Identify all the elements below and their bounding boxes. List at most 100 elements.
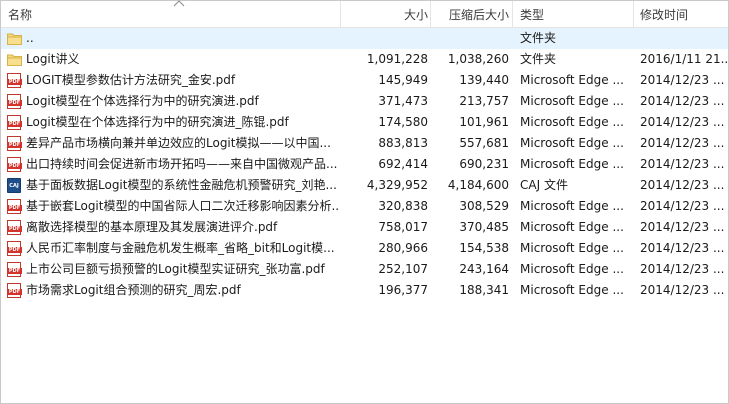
pdf-icon: PDF <box>7 73 22 88</box>
file-type: Microsoft Edge ... <box>520 283 624 297</box>
pdf-icon: PDF <box>7 220 22 235</box>
column-header-name[interactable]: 名称 <box>8 0 338 27</box>
column-header-name-label: 名称 <box>8 8 33 22</box>
pdf-icon: PDF <box>7 115 22 130</box>
file-name: .. <box>26 31 34 45</box>
column-header-modified-label: 修改时间 <box>640 8 689 22</box>
file-size: 320,838 <box>378 199 428 213</box>
file-compressed-size: 188,341 <box>459 283 509 297</box>
file-modified-time: 2014/12/23 ... <box>640 178 725 192</box>
pdf-icon-label: PDF <box>7 247 22 253</box>
file-row[interactable]: CAJ 基于面板数据Logit模型的系统性金融危机预警研究_刘艳... 4,329,… <box>1 175 728 196</box>
file-compressed-size: 243,164 <box>459 262 509 276</box>
file-compressed-size: 4,184,600 <box>447 178 509 192</box>
file-compressed-size <box>431 28 509 49</box>
pdf-icon-label: PDF <box>7 163 22 169</box>
file-type: Microsoft Edge ... <box>520 262 624 276</box>
file-type: Microsoft Edge ... <box>520 241 624 255</box>
file-compressed-size: 308,529 <box>459 199 509 213</box>
file-modified-time: 2014/12/23 ... <box>640 157 725 171</box>
file-type: Microsoft Edge ... <box>520 199 624 213</box>
file-type: Microsoft Edge ... <box>520 220 624 234</box>
pdf-icon-label: PDF <box>7 205 22 211</box>
file-row[interactable]: PDF 市场需求Logit组合预测的研究_周宏.pdf 196,377 188,341… <box>1 280 728 301</box>
caj-icon-label: CAJ <box>9 183 19 189</box>
file-compressed-size: 139,440 <box>459 73 509 87</box>
file-row[interactable]: PDF 人民币汇率制度与金融危机发生概率_省略_bit和Logit模... 280,… <box>1 238 728 259</box>
file-size: 174,580 <box>378 115 428 129</box>
column-divider[interactable] <box>633 1 634 27</box>
file-modified-time: 2014/12/23 ... <box>640 115 725 129</box>
file-row[interactable]: PDF LOGIT模型参数估计方法研究_金安.pdf 145,949 139,440 M… <box>1 70 728 91</box>
file-name: Logit模型在个体选择行为中的研究演进.pdf <box>26 94 259 108</box>
pdf-icon: PDF <box>7 136 22 151</box>
file-row[interactable]: PDF 离散选择模型的基本原理及其发展演进评介.pdf 758,017 370,485… <box>1 217 728 238</box>
pdf-icon-label: PDF <box>7 226 22 232</box>
file-type: CAJ 文件 <box>520 178 568 192</box>
file-name: 差异产品市场横向兼并单边效应的Logit模拟——以中国... <box>26 136 331 150</box>
column-header-bar: 名称 大小 压缩后大小 类型 修改时间 <box>1 0 728 28</box>
file-row[interactable]: PDF Logit模型在个体选择行为中的研究演进_陈锟.pdf 174,580 101… <box>1 112 728 133</box>
folder-icon <box>7 54 22 66</box>
column-header-size-label: 大小 <box>403 8 428 22</box>
file-row[interactable]: PDF Logit模型在个体选择行为中的研究演进.pdf 371,473 213,75… <box>1 91 728 112</box>
pdf-icon: PDF <box>7 94 22 109</box>
file-modified-time: 2014/12/23 ... <box>640 220 725 234</box>
file-compressed-size: 690,231 <box>459 157 509 171</box>
file-modified-time: 2014/12/23 ... <box>640 241 725 255</box>
file-row[interactable]: PDF 基于嵌套Logit模型的中国省际人口二次迁移影响因素分析... 320,83… <box>1 196 728 217</box>
file-row[interactable]: .. 文件夹 <box>1 28 728 49</box>
file-name: Logit讲义 <box>26 52 80 66</box>
file-compressed-size: 557,681 <box>459 136 509 150</box>
file-type: Microsoft Edge ... <box>520 94 624 108</box>
file-name: 出口持续时间会促进新市场开拓吗——来自中国微观产品... <box>26 157 338 171</box>
file-name: LOGIT模型参数估计方法研究_金安.pdf <box>26 73 236 87</box>
file-modified-time: 2014/12/23 ... <box>640 199 725 213</box>
caj-icon: CAJ <box>7 178 21 193</box>
pdf-icon: PDF <box>7 262 22 277</box>
file-compressed-size: 1,038,260 <box>447 52 509 66</box>
file-row[interactable]: PDF 差异产品市场横向兼并单边效应的Logit模拟——以中国... 883,813… <box>1 133 728 154</box>
file-modified-time <box>640 28 728 49</box>
pdf-icon: PDF <box>7 241 22 256</box>
file-modified-time: 2014/12/23 ... <box>640 94 725 108</box>
file-size: 252,107 <box>378 262 428 276</box>
column-header-compressed-label: 压缩后大小 <box>448 8 509 22</box>
column-header-type[interactable]: 类型 <box>520 1 630 27</box>
file-name: 市场需求Logit组合预测的研究_周宏.pdf <box>26 283 241 297</box>
file-name: 人民币汇率制度与金融危机发生概率_省略_bit和Logit模... <box>26 241 335 255</box>
pdf-icon: PDF <box>7 283 22 298</box>
file-size: 883,813 <box>378 136 428 150</box>
file-row[interactable]: PDF 出口持续时间会促进新市场开拓吗——来自中国微观产品... 692,414 69… <box>1 154 728 175</box>
sort-ascending-icon <box>173 0 185 7</box>
file-modified-time: 2014/12/23 ... <box>640 262 725 276</box>
file-row[interactable]: Logit讲义 1,091,228 1,038,260 文件夹 2016/1/11 21… <box>1 49 728 70</box>
file-name: 基于嵌套Logit模型的中国省际人口二次迁移影响因素分析... <box>26 199 339 213</box>
column-divider[interactable] <box>512 1 513 27</box>
column-header-compressed[interactable]: 压缩后大小 <box>431 1 509 27</box>
file-compressed-size: 101,961 <box>459 115 509 129</box>
column-header-type-label: 类型 <box>520 8 545 22</box>
file-size: 1,091,228 <box>366 52 428 66</box>
file-row[interactable]: PDF 上市公司巨额亏损预警的Logit模型实证研究_张功富.pdf 252,107… <box>1 259 728 280</box>
column-header-size[interactable]: 大小 <box>341 1 428 27</box>
file-size <box>341 28 428 49</box>
column-header-modified[interactable]: 修改时间 <box>640 1 728 27</box>
pdf-icon-label: PDF <box>7 79 22 85</box>
pdf-icon-label: PDF <box>7 121 22 127</box>
file-modified-time: 2014/12/23 ... <box>640 283 725 297</box>
pdf-icon-label: PDF <box>7 268 22 274</box>
file-name: Logit模型在个体选择行为中的研究演进_陈锟.pdf <box>26 115 289 129</box>
file-size: 196,377 <box>378 283 428 297</box>
pdf-icon-label: PDF <box>7 100 22 106</box>
pdf-icon: PDF <box>7 157 22 172</box>
file-size: 4,329,952 <box>366 178 428 192</box>
file-compressed-size: 154,538 <box>459 241 509 255</box>
file-size: 280,966 <box>378 241 428 255</box>
file-type: 文件夹 <box>520 52 557 66</box>
pdf-icon-label: PDF <box>7 289 22 295</box>
file-type: Microsoft Edge ... <box>520 157 624 171</box>
archive-file-list: 名称 大小 压缩后大小 类型 修改时间 .. 文件夹 Logit讲义 1,091,22… <box>0 0 729 404</box>
file-size: 758,017 <box>378 220 428 234</box>
file-type: Microsoft Edge ... <box>520 73 624 87</box>
